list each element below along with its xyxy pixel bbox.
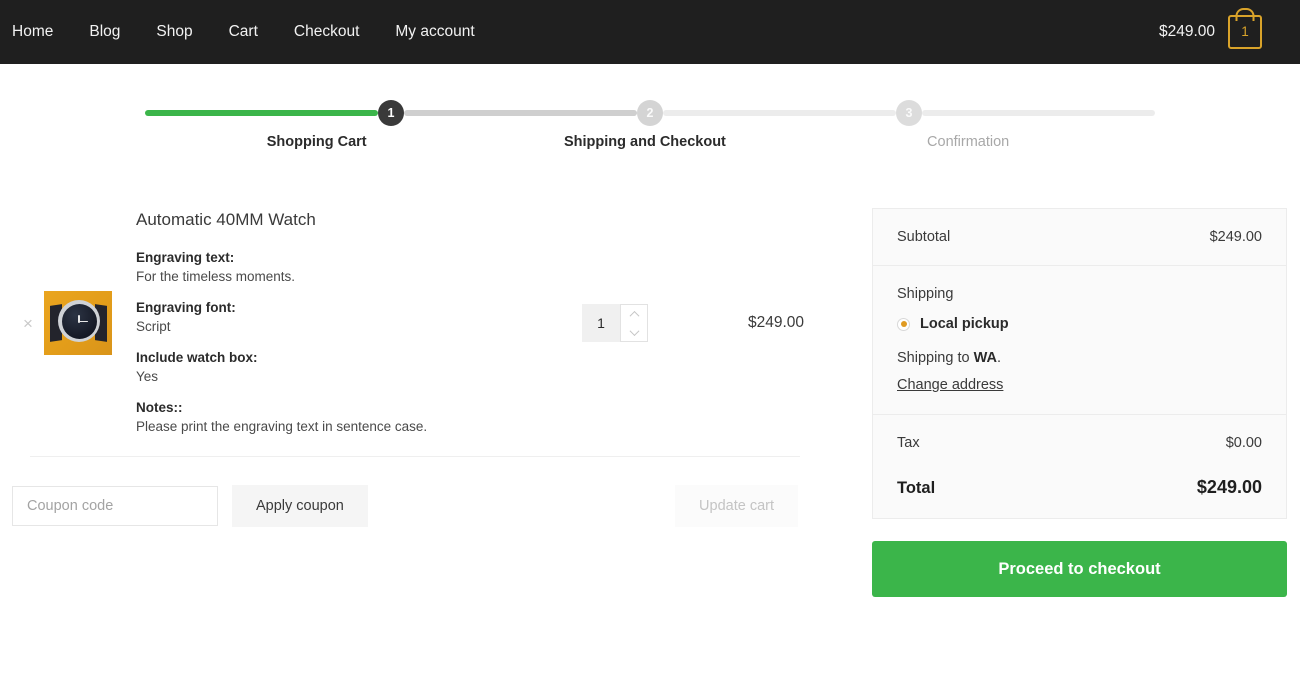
total-row: Total $249.00 — [897, 477, 1262, 498]
meta-value: Yes — [136, 369, 159, 384]
stepper-circle-1[interactable]: 1 — [378, 100, 404, 126]
quantity-stepper[interactable] — [582, 304, 648, 342]
stepper-label-shopping-cart: Shopping Cart — [266, 134, 367, 150]
shipping-to-region: WA — [973, 350, 997, 366]
product-name-link[interactable]: Automatic 40MM Watch — [136, 210, 582, 230]
total-value: $249.00 — [1196, 477, 1262, 497]
apply-coupon-button[interactable]: Apply coupon — [232, 485, 368, 527]
meta-key: Include watch box: — [136, 350, 258, 365]
subtotal-row: Subtotal $249.00 — [897, 229, 1262, 245]
quantity-spinner[interactable] — [620, 304, 648, 342]
shipping-label: Shipping — [897, 286, 954, 302]
subtotal-label: Subtotal — [897, 229, 951, 245]
proceed-to-checkout-button[interactable]: Proceed to checkout — [872, 541, 1287, 597]
product-thumbnail[interactable] — [44, 291, 112, 355]
shipping-to-prefix: Shipping to — [897, 350, 974, 366]
coupon-row: Apply coupon Update cart — [12, 485, 812, 527]
meta-key: Notes:: — [136, 400, 183, 415]
watch-bezel — [58, 300, 100, 342]
total-label: Total — [897, 479, 936, 497]
coupon-input[interactable] — [12, 486, 218, 526]
cart-totals-panel: Subtotal $249.00 Shipping Local pickup S… — [872, 208, 1287, 519]
tax-row: Tax $0.00 — [897, 435, 1262, 451]
product-details-cell: Automatic 40MM Watch Engraving text: For… — [118, 208, 582, 434]
meta-value: Please print the engraving text in sente… — [136, 419, 428, 434]
top-navigation-bar: Home Blog Shop Cart Checkout My account … — [0, 0, 1300, 64]
update-cart-button: Update cart — [675, 485, 798, 527]
product-thumbnail-cell — [44, 291, 118, 355]
meta-key: Engraving font: — [136, 300, 236, 315]
cart-total-amount: $249.00 — [1158, 23, 1215, 40]
remove-item-icon[interactable]: × — [23, 315, 33, 332]
radio-selected-dot — [900, 321, 907, 327]
meta-value: For the timeless moments. — [136, 269, 296, 284]
shipping-to-suffix: . — [996, 350, 1001, 366]
quantity-input[interactable] — [582, 304, 620, 342]
stepper-segment-3 — [663, 110, 896, 116]
stepper-circle-3[interactable]: 3 — [896, 100, 922, 126]
product-meta-engraving-font: Engraving font: Script — [136, 300, 582, 334]
order-summary-column: Subtotal $249.00 Shipping Local pickup S… — [872, 208, 1287, 597]
nav-link-shop[interactable]: Shop — [138, 0, 210, 64]
shipping-method-label: Local pickup — [920, 316, 1009, 332]
product-meta-include-watch-box: Include watch box: Yes — [136, 350, 582, 384]
watch-dial — [61, 303, 97, 339]
nav-link-cart[interactable]: Cart — [211, 0, 276, 64]
product-meta-notes: Notes:: Please print the engraving text … — [136, 400, 582, 434]
shipping-method-local-pickup[interactable]: Local pickup — [897, 316, 1262, 332]
meta-value: Script — [136, 319, 171, 334]
main-content: × Automatic 40MM Watch Engraving text: F… — [0, 160, 1300, 597]
cart-divider — [30, 456, 800, 457]
tax-value: $0.00 — [1225, 435, 1262, 451]
nav-link-checkout[interactable]: Checkout — [276, 0, 377, 64]
stepper-segment-completed — [145, 110, 378, 116]
stepper-track: 1 2 3 — [145, 100, 1155, 126]
cart-table: × Automatic 40MM Watch Engraving text: F… — [12, 208, 812, 597]
stepper-label-confirmation: Confirmation — [927, 134, 1010, 150]
nav-link-home[interactable]: Home — [0, 0, 71, 64]
chevron-down-icon — [629, 325, 639, 336]
meta-key: Engraving text: — [136, 250, 235, 265]
quantity-increment-button[interactable] — [621, 305, 647, 323]
subtotal-value: $249.00 — [1209, 229, 1262, 245]
cart-widget[interactable]: $249.00 1 — [1159, 15, 1262, 49]
nav-link-blog[interactable]: Blog — [71, 0, 138, 64]
subtotal-section: Subtotal $249.00 — [873, 209, 1286, 265]
stepper-label-shipping-and-checkout: Shipping and Checkout — [563, 134, 726, 150]
radio-button-icon[interactable] — [897, 317, 910, 331]
watch-minute-hand — [78, 320, 88, 322]
stepper-segment-4 — [922, 110, 1155, 116]
shipping-destination: Shipping to WA. — [897, 350, 1262, 366]
remove-item-cell: × — [12, 315, 44, 332]
change-address-link[interactable]: Change address — [897, 377, 1003, 393]
stepper-circle-2[interactable]: 2 — [637, 100, 663, 126]
line-item-subtotal: $249.00 — [747, 314, 804, 331]
shipping-section: Shipping Local pickup Shipping to WA. Ch… — [873, 265, 1286, 414]
stepper-labels: Shopping Cart Shipping and Checkout Conf… — [145, 134, 1155, 160]
quantity-cell — [582, 304, 692, 342]
chevron-up-icon — [629, 310, 639, 321]
stepper-segment-2 — [404, 110, 637, 116]
shopping-bag-icon[interactable]: 1 — [1228, 15, 1262, 49]
nav-links: Home Blog Shop Cart Checkout My account — [0, 0, 493, 64]
product-meta-engraving-text: Engraving text: For the timeless moments… — [136, 250, 582, 284]
tax-and-total-section: Tax $0.00 Total $249.00 — [873, 414, 1286, 518]
cart-line-item: × Automatic 40MM Watch Engraving text: F… — [12, 208, 812, 438]
nav-link-my-account[interactable]: My account — [377, 0, 492, 64]
cart-item-count: 1 — [1241, 24, 1249, 40]
checkout-progress-stepper: 1 2 3 Shopping Cart Shipping and Checkou… — [0, 64, 1300, 160]
quantity-decrement-button[interactable] — [621, 323, 647, 341]
tax-label: Tax — [897, 435, 920, 451]
